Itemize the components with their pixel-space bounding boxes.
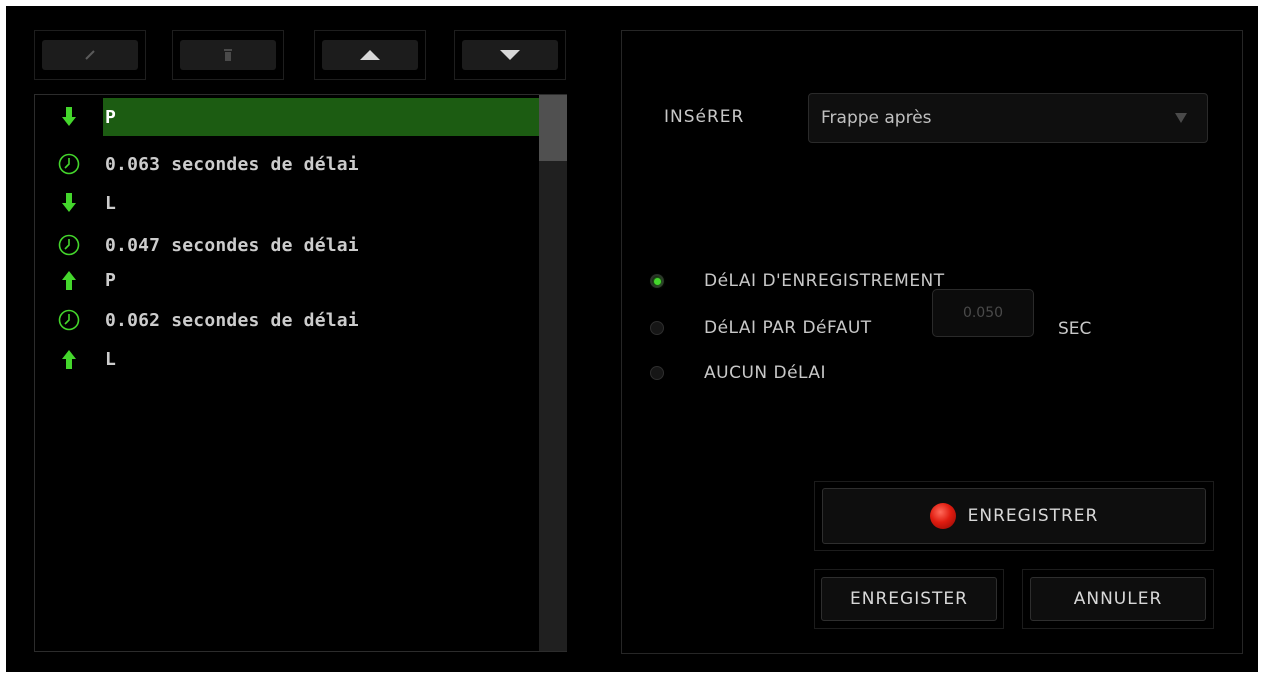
list-item-text: L bbox=[105, 348, 117, 370]
cancel-button[interactable]: ANNULER bbox=[1030, 577, 1206, 621]
list-item-text: 0.047 secondes de délai bbox=[105, 234, 359, 256]
record-button[interactable]: ENREGISTRER bbox=[822, 488, 1206, 544]
default-delay-input[interactable]: 0.050 bbox=[932, 289, 1034, 337]
clock-icon bbox=[58, 234, 80, 256]
pencil-icon bbox=[85, 50, 95, 60]
default-delay-label: DéLAI PAR DéFAUT bbox=[704, 318, 872, 338]
radio-button-checked[interactable] bbox=[650, 274, 664, 288]
insert-label: INSéRER bbox=[664, 107, 745, 127]
delete-button[interactable] bbox=[172, 30, 284, 80]
insert-dropdown-value: Frappe après bbox=[821, 108, 932, 128]
record-delay-label: DéLAI D'ENREGISTREMENT bbox=[704, 271, 945, 291]
arrow-down-icon bbox=[500, 50, 520, 60]
list-item[interactable]: 0.063 secondes de délai bbox=[35, 145, 539, 183]
record-button-label: ENREGISTRER bbox=[967, 506, 1099, 526]
list-item[interactable]: 0.047 secondes de délai bbox=[35, 226, 539, 264]
trash-icon bbox=[224, 49, 232, 61]
key-down-arrow-icon bbox=[62, 107, 76, 126]
list-item-text: 0.063 secondes de délai bbox=[105, 153, 359, 175]
macro-list[interactable]: P 0.063 secondes de délai L 0.047 second… bbox=[34, 94, 567, 652]
chevron-down-icon bbox=[1175, 113, 1187, 123]
list-item-text: L bbox=[105, 192, 117, 214]
list-item[interactable]: P bbox=[35, 98, 539, 136]
insert-dropdown[interactable]: Frappe après bbox=[808, 93, 1208, 143]
list-item-text: P bbox=[105, 269, 117, 291]
radio-default-delay[interactable]: DéLAI PAR DéFAUT bbox=[650, 313, 872, 343]
key-up-arrow-icon bbox=[62, 271, 76, 290]
edit-button[interactable] bbox=[34, 30, 146, 80]
scrollbar-thumb[interactable] bbox=[539, 95, 567, 161]
list-item-text: P bbox=[103, 98, 539, 136]
radio-button[interactable] bbox=[650, 321, 664, 335]
save-button-label: ENREGISTER bbox=[850, 589, 968, 609]
key-down-arrow-icon bbox=[62, 193, 76, 212]
scrollbar-track[interactable] bbox=[539, 95, 567, 651]
macro-editor: P 0.063 secondes de délai L 0.047 second… bbox=[6, 6, 1258, 672]
move-up-button[interactable] bbox=[314, 30, 426, 80]
clock-icon bbox=[58, 153, 80, 175]
list-item[interactable]: L bbox=[35, 340, 539, 378]
save-button-frame: ENREGISTER bbox=[814, 569, 1004, 629]
list-item[interactable]: L bbox=[35, 184, 539, 222]
cancel-button-frame: ANNULER bbox=[1022, 569, 1214, 629]
radio-no-delay[interactable]: AUCUN DéLAI bbox=[650, 358, 826, 388]
sec-unit-label: SEC bbox=[1058, 319, 1092, 339]
cancel-button-label: ANNULER bbox=[1073, 589, 1163, 609]
key-up-arrow-icon bbox=[62, 350, 76, 369]
list-item[interactable]: P bbox=[35, 261, 539, 299]
record-button-frame: ENREGISTRER bbox=[814, 481, 1214, 551]
list-item[interactable]: 0.062 secondes de délai bbox=[35, 301, 539, 339]
save-button[interactable]: ENREGISTER bbox=[821, 577, 997, 621]
list-item-text: 0.062 secondes de délai bbox=[105, 309, 359, 331]
record-icon bbox=[929, 503, 956, 529]
no-delay-label: AUCUN DéLAI bbox=[704, 363, 827, 383]
macro-settings-panel: INSéRER Frappe après DéLAI D'ENREGISTREM… bbox=[621, 30, 1243, 654]
move-down-button[interactable] bbox=[454, 30, 566, 80]
radio-record-delay[interactable]: DéLAI D'ENREGISTREMENT bbox=[650, 266, 945, 296]
clock-icon bbox=[58, 309, 80, 331]
arrow-up-icon bbox=[360, 50, 380, 60]
radio-button[interactable] bbox=[650, 366, 664, 380]
